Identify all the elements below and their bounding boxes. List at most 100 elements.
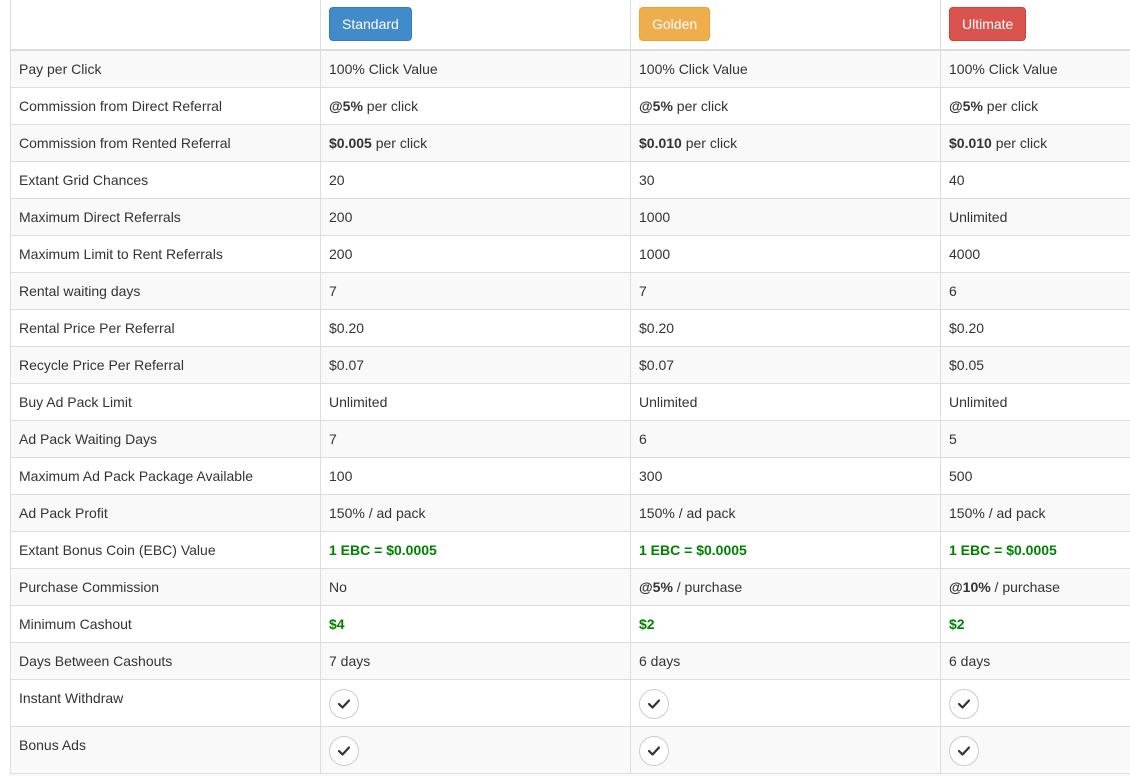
value-text: $0.05 [949, 356, 985, 373]
value-text: No [329, 578, 347, 595]
standard-value-cell: 100% Click Value [320, 49, 631, 87]
bold-value: @5% [949, 97, 983, 114]
highlight-value: $2 [949, 615, 965, 632]
check-icon [949, 735, 979, 766]
value-text: Unlimited [949, 393, 1008, 410]
table-row: Purchase Commission No @5% / purchase @10% … [10, 567, 1130, 605]
ultimate-plan-button[interactable]: Ultimate [949, 7, 1027, 41]
value-text: 7 [639, 282, 647, 299]
bold-value: $0.010 [949, 134, 992, 151]
ultimate-value-cell: @5% per click [940, 86, 1130, 124]
table-row: Maximum Direct Referrals 200 1000 Unlimited [10, 197, 1130, 235]
value-text: 7 days [329, 652, 371, 669]
ultimate-value-cell: 500 [940, 456, 1130, 494]
ultimate-value-cell [940, 678, 1130, 726]
standard-value-cell [320, 725, 631, 773]
standard-value-cell: 7 [320, 271, 631, 309]
standard-value-cell: 100 [320, 456, 631, 494]
table-row: Buy Ad Pack Limit Unlimited Unlimited Unlim… [10, 382, 1130, 420]
value-text: Unlimited [949, 208, 1008, 225]
table-row: Bonus Ads [10, 725, 1130, 773]
table-row: Rental waiting days 7 7 6 [10, 271, 1130, 309]
golden-value-cell: 1 EBC = $0.0005 [630, 530, 941, 568]
value-text: per click [681, 134, 738, 151]
golden-value-cell: 150% / ad pack [630, 493, 941, 531]
check-icon [329, 688, 359, 719]
plan-header-row: Standard Golden Ultimate [10, 0, 1130, 51]
value-text: 6 days [639, 652, 681, 669]
value-text: 1000 [639, 208, 671, 225]
ultimate-value-cell: 40 [940, 160, 1130, 198]
standard-value-cell: 200 [320, 197, 631, 235]
bold-value: @5% [639, 97, 673, 114]
value-text: 200 [329, 208, 353, 225]
value-text: / purchase [672, 578, 743, 595]
ultimate-value-cell: $2 [940, 604, 1130, 642]
golden-value-cell: @5% per click [630, 86, 941, 124]
table-row: Commission from Direct Referral @5% per c… [10, 86, 1130, 124]
ultimate-value-cell: @10% / purchase [940, 567, 1130, 605]
value-text: 200 [329, 245, 353, 262]
golden-value-cell: 30 [630, 160, 941, 198]
feature-label: Recycle Price Per Referral [10, 345, 321, 383]
table-row: Extant Bonus Coin (EBC) Value 1 EBC = $0.… [10, 530, 1130, 568]
golden-value-cell: $0.20 [630, 308, 941, 346]
feature-label: Ad Pack Profit [10, 493, 321, 531]
golden-value-cell: $0.010 per click [630, 123, 941, 161]
standard-value-cell: $0.005 per click [320, 123, 631, 161]
value-text: per click [362, 97, 419, 114]
header-standard-cell: Standard [320, 0, 631, 51]
standard-value-cell: Unlimited [320, 382, 631, 420]
value-text: / purchase [990, 578, 1060, 595]
ultimate-value-cell: 5 [940, 419, 1130, 457]
standard-value-cell: $4 [320, 604, 631, 642]
table-row: Rental Price Per Referral $0.20 $0.20 $0.20 [10, 308, 1130, 346]
table-row: Pay per Click 100% Click Value 100% Click … [10, 49, 1130, 87]
feature-label: Rental waiting days [10, 271, 321, 309]
golden-value-cell: 6 [630, 419, 941, 457]
value-text: $0.20 [329, 319, 365, 336]
header-ultimate-cell: Ultimate [940, 0, 1130, 51]
value-text: $0.07 [329, 356, 365, 373]
feature-label: Minimum Cashout [10, 604, 321, 642]
golden-value-cell: 300 [630, 456, 941, 494]
value-text: Unlimited [639, 393, 698, 410]
ultimate-value-cell: Unlimited [940, 197, 1130, 235]
value-text: 100% Click Value [639, 60, 748, 77]
value-text: 40 [949, 171, 965, 188]
golden-plan-button[interactable]: Golden [639, 7, 711, 41]
value-text: 100% Click Value [949, 60, 1058, 77]
table-row: Ad Pack Profit 150% / ad pack 150% / ad pa… [10, 493, 1130, 531]
feature-label: Maximum Limit to Rent Referrals [10, 234, 321, 272]
golden-value-cell: 1000 [630, 234, 941, 272]
value-text: 4000 [949, 245, 981, 262]
standard-value-cell: No [320, 567, 631, 605]
ultimate-value-cell: 100% Click Value [940, 49, 1130, 87]
ultimate-value-cell: $0.010 per click [940, 123, 1130, 161]
value-text: 6 [639, 430, 647, 447]
feature-label: Commission from Rented Referral [10, 123, 321, 161]
ultimate-value-cell: 4000 [940, 234, 1130, 272]
golden-value-cell: @5% / purchase [630, 567, 941, 605]
value-text: 150% / ad pack [949, 504, 1046, 521]
table-row: Commission from Rented Referral $0.005 pe… [10, 123, 1130, 161]
golden-value-cell: 1000 [630, 197, 941, 235]
feature-label: Buy Ad Pack Limit [10, 382, 321, 420]
standard-plan-button[interactable]: Standard [329, 7, 412, 41]
feature-label: Maximum Ad Pack Package Available [10, 456, 321, 494]
feature-label: Rental Price Per Referral [10, 308, 321, 346]
feature-label: Instant Withdraw [10, 678, 321, 726]
bold-value: @10% [949, 578, 991, 595]
feature-label: Maximum Direct Referrals [10, 197, 321, 235]
value-text: 100% Click Value [329, 60, 438, 77]
highlight-value: 1 EBC = $0.0005 [639, 541, 747, 558]
standard-value-cell: $0.07 [320, 345, 631, 383]
table-row: Maximum Limit to Rent Referrals 200 1000 40… [10, 234, 1130, 272]
ultimate-value-cell: 6 [940, 271, 1130, 309]
highlight-value: $4 [329, 615, 345, 632]
ultimate-value-cell [940, 725, 1130, 773]
standard-value-cell: 150% / ad pack [320, 493, 631, 531]
feature-label: Days Between Cashouts [10, 641, 321, 679]
highlight-value: 1 EBC = $0.0005 [329, 541, 437, 558]
value-text: 500 [949, 467, 973, 484]
